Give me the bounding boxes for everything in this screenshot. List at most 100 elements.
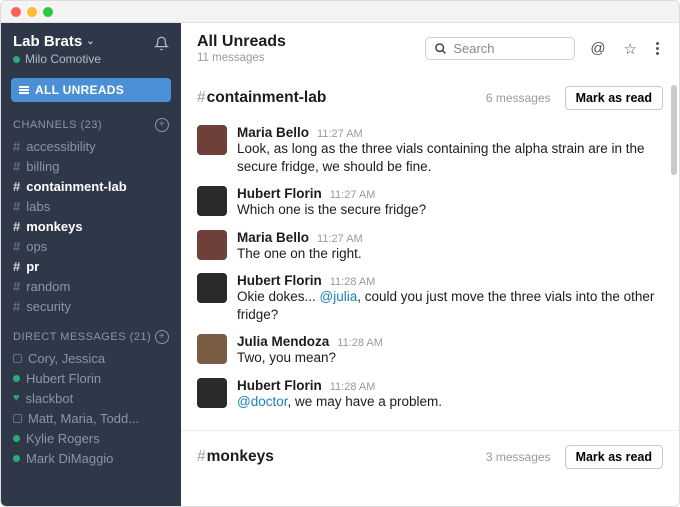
hash-icon: # — [13, 199, 20, 214]
message-author[interactable]: Hubert Florin — [237, 186, 322, 201]
scrollbar-thumb[interactable] — [671, 85, 677, 175]
hash-icon: # — [13, 299, 20, 314]
sidebar-channel-labs[interactable]: # labs — [1, 196, 181, 216]
more-menu-icon[interactable] — [652, 42, 663, 55]
message-row[interactable]: Maria Bello 11:27 AMLook, as long as the … — [197, 120, 663, 181]
star-icon[interactable]: ☆ — [621, 40, 640, 58]
message-text: Two, you mean? — [237, 349, 663, 367]
sidebar-channel-random[interactable]: #random — [1, 276, 181, 296]
add-dm-button[interactable]: + — [155, 330, 169, 344]
search-placeholder: Search — [453, 41, 494, 56]
hash-icon: # — [13, 259, 20, 274]
channels-label: CHANNELS — [13, 119, 77, 131]
main-header: All Unreads 11 messages Search @ ☆ — [181, 23, 679, 72]
mentions-icon[interactable]: @ — [587, 40, 608, 57]
scrollbar-track[interactable] — [671, 85, 677, 500]
window-zoom-button[interactable] — [43, 7, 53, 17]
avatar[interactable] — [197, 186, 227, 216]
message-text: The one on the right. — [237, 245, 663, 263]
dm-label: slackbot — [26, 391, 74, 406]
message-row[interactable]: Maria Bello11:27 AMThe one on the right. — [197, 225, 663, 268]
current-user-name: Milo Comotive — [25, 52, 101, 66]
sidebar-channel-pr[interactable]: # pr — [1, 256, 181, 276]
message-body: Hubert Florin11:28 AM@doctor, we may hav… — [237, 378, 663, 411]
message-scroll-area[interactable]: #containment-lab6 messagesMark as readMa… — [181, 72, 679, 506]
message-body: Julia Mendoza11:28 AMTwo, you mean? — [237, 334, 663, 367]
avatar[interactable] — [197, 273, 227, 303]
channel-name[interactable]: #containment-lab — [197, 89, 326, 107]
sidebar-dm-item[interactable]: Cory, Jessica — [1, 348, 181, 368]
mention[interactable]: @julia — [320, 289, 358, 304]
add-channel-button[interactable]: + — [155, 118, 169, 132]
message-author[interactable]: Maria Bello — [237, 125, 309, 140]
all-unreads-button[interactable]: ALL UNREADS — [11, 78, 171, 102]
message-count: 6 messages — [486, 91, 551, 105]
mark-as-read-button[interactable]: Mark as read — [565, 86, 663, 110]
channel-label: pr — [26, 259, 39, 274]
sidebar-channel-monkeys[interactable]: #monkeys — [1, 216, 181, 236]
message-row[interactable]: Hubert Florin11:27 AMWhich one is the se… — [197, 181, 663, 224]
message-row[interactable]: Julia Mendoza11:28 AMTwo, you mean? — [197, 329, 663, 372]
all-unreads-label: ALL UNREADS — [35, 83, 124, 97]
channel-name-label: containment-lab — [207, 89, 327, 106]
sidebar-channel-containment-lab[interactable]: #containment-lab — [1, 176, 181, 196]
sidebar-dm-item[interactable]: Hubert Florin — [1, 368, 181, 388]
workspace-name[interactable]: Lab Brats ⌄ — [13, 33, 101, 50]
channel-label: billing — [26, 159, 59, 174]
avatar[interactable] — [197, 334, 227, 364]
hash-icon: # — [197, 448, 206, 465]
message-time: 11:27 AM — [317, 128, 363, 140]
channel-name[interactable]: #monkeys — [197, 448, 274, 466]
mark-as-read-button[interactable]: Mark as read — [565, 445, 663, 469]
channel-label: random — [26, 279, 70, 294]
presence-dot-icon — [13, 455, 20, 462]
window-titlebar — [1, 1, 679, 23]
channel-label: labs — [26, 199, 50, 214]
channel-block-header: #containment-lab 6 messages Mark as read — [197, 80, 663, 120]
dms-count: (21) — [130, 331, 152, 343]
workspace-header[interactable]: Lab Brats ⌄ Milo Comotive — [1, 23, 181, 74]
search-icon — [434, 42, 447, 55]
message-time: 11:27 AM — [330, 189, 376, 201]
sidebar-channel-ops[interactable]: #ops — [1, 236, 181, 256]
page-subtitle: 11 messages — [197, 52, 286, 64]
message-row[interactable]: Hubert Florin11:28 AM@doctor, we may hav… — [197, 373, 663, 416]
sidebar-dm-item[interactable]: Matt, Maria, Todd... — [1, 408, 181, 428]
notifications-icon[interactable] — [154, 36, 169, 55]
dm-label: Matt, Maria, Todd... — [28, 411, 139, 426]
multi-dm-icon — [13, 354, 22, 363]
avatar[interactable] — [197, 230, 227, 260]
window-close-button[interactable] — [11, 7, 21, 17]
hash-icon: # — [13, 219, 20, 234]
dm-label: Mark DiMaggio — [26, 451, 113, 466]
sidebar-channel-security[interactable]: # security — [1, 296, 181, 316]
sidebar-channel-accessibility[interactable]: #accessibility — [1, 136, 181, 156]
avatar[interactable] — [197, 378, 227, 408]
presence-online-icon — [13, 56, 20, 63]
window-minimize-button[interactable] — [27, 7, 37, 17]
multi-dm-icon — [13, 414, 22, 423]
message-text: Look, as long as the three vials contain… — [237, 140, 663, 176]
sidebar-dm-item[interactable]: ♥slackbot — [1, 388, 181, 408]
sidebar-dm-item[interactable]: Kylie Rogers — [1, 428, 181, 448]
message-author[interactable]: Hubert Florin — [237, 378, 322, 393]
hamburger-icon — [19, 86, 29, 94]
sidebar-dm-item[interactable]: Mark DiMaggio — [1, 448, 181, 468]
dm-label: Hubert Florin — [26, 371, 101, 386]
dm-label: Kylie Rogers — [26, 431, 100, 446]
mention[interactable]: @doctor — [237, 394, 287, 409]
hash-icon: # — [13, 159, 20, 174]
message-author[interactable]: Hubert Florin — [237, 273, 322, 288]
hash-icon: # — [197, 89, 206, 106]
channel-name-label: monkeys — [207, 448, 274, 465]
channel-label: security — [26, 299, 71, 314]
search-input[interactable]: Search — [425, 37, 575, 60]
message-text: Okie dokes... @julia, could you just mov… — [237, 288, 663, 324]
sidebar-channel-billing[interactable]: # billing — [1, 156, 181, 176]
channels-count: (23) — [80, 119, 102, 131]
avatar[interactable] — [197, 125, 227, 155]
message-author[interactable]: Maria Bello — [237, 230, 309, 245]
message-row[interactable]: Hubert Florin11:28 AMOkie dokes... @juli… — [197, 268, 663, 329]
hash-icon: # — [13, 179, 20, 194]
message-author[interactable]: Julia Mendoza — [237, 334, 329, 349]
